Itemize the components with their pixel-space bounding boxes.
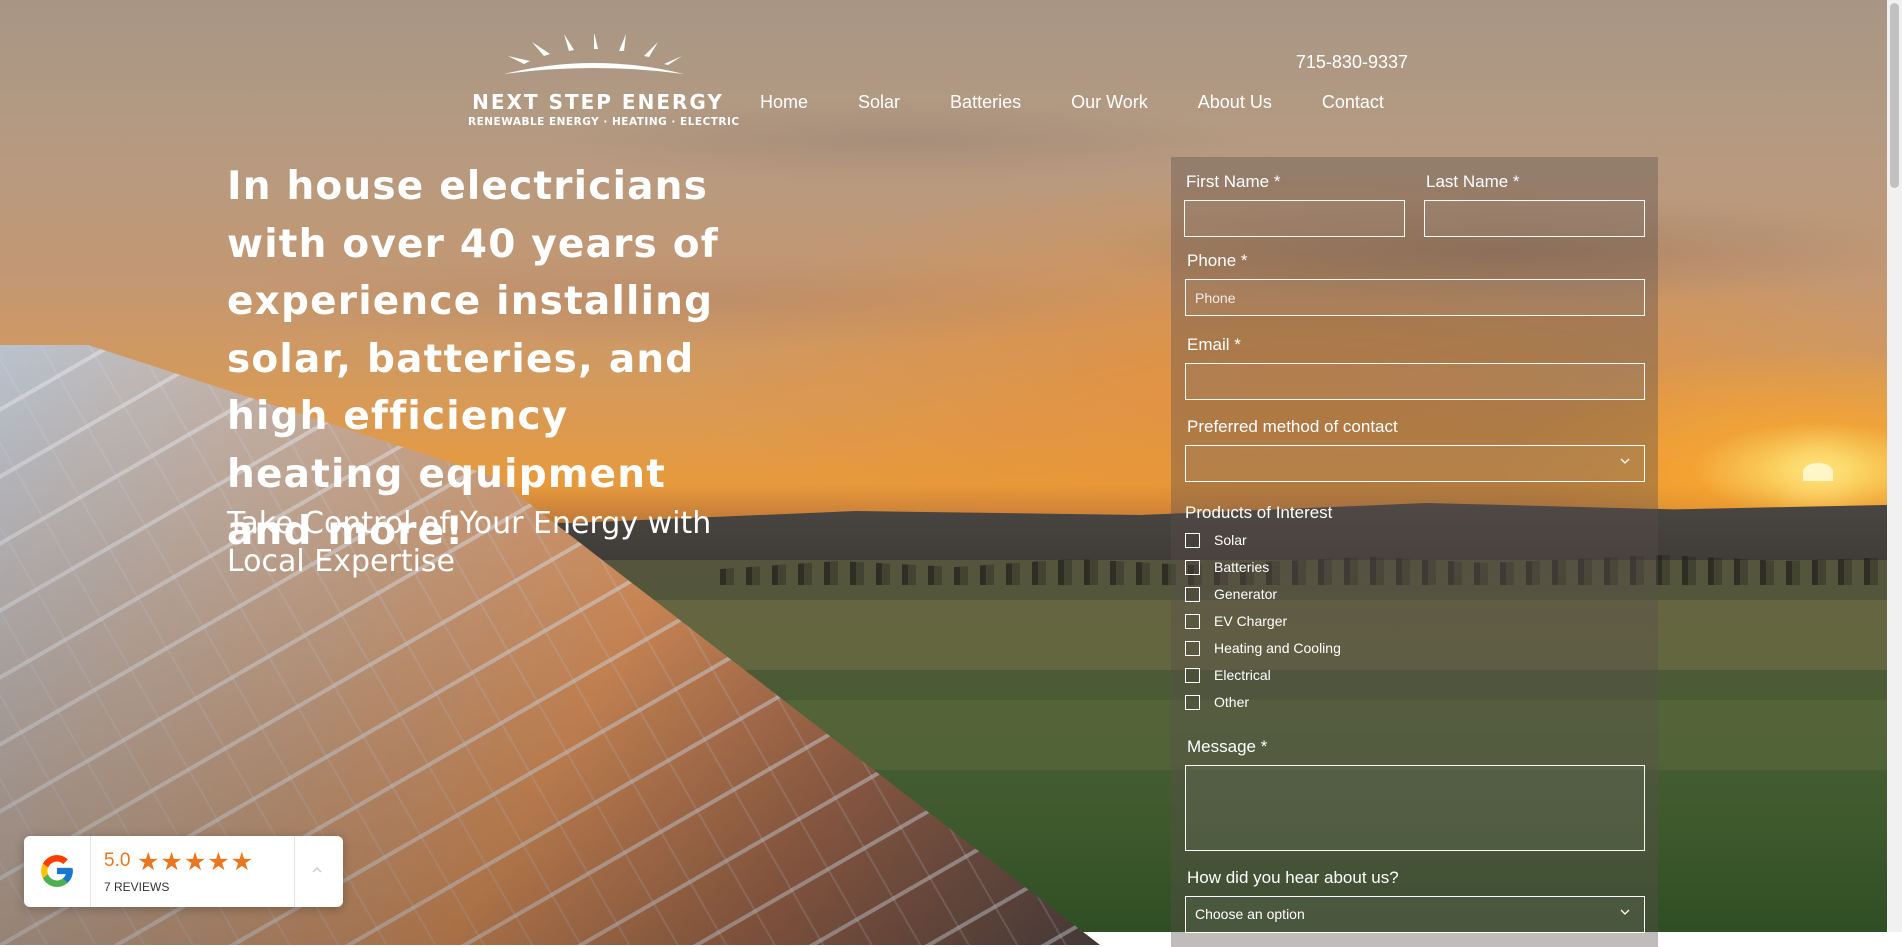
products-label: Products of Interest — [1185, 503, 1333, 522]
product-checkbox-solar[interactable]: Solar — [1185, 530, 1247, 550]
divider — [294, 836, 295, 907]
message-textarea[interactable] — [1185, 765, 1645, 851]
contact-method-select[interactable] — [1185, 445, 1645, 482]
product-checkbox-batteries[interactable]: Batteries — [1185, 557, 1269, 577]
hero-subtitle: Take Control of Your Energy with Local E… — [227, 506, 712, 579]
checkbox-label: Batteries — [1214, 559, 1270, 575]
review-count: 7 REVIEWS — [104, 880, 170, 894]
checkbox[interactable] — [1185, 613, 1200, 629]
logo-title: NEXT STEP ENERGY — [472, 90, 724, 114]
rating-score: 5.0 — [104, 850, 131, 871]
checkbox[interactable] — [1185, 640, 1200, 656]
header-phone-link[interactable]: 715-830-9337 — [1296, 52, 1408, 73]
checkbox-label: Heating and Cooling — [1214, 640, 1341, 656]
checkbox[interactable] — [1185, 694, 1200, 710]
nav-about-us[interactable]: About Us — [1198, 92, 1272, 113]
product-checkbox-ev-charger[interactable]: EV Charger — [1185, 611, 1287, 631]
site-logo[interactable]: NEXT STEP ENERGY RENEWABLE ENERGY · HEAT… — [466, 34, 740, 132]
logo-tagline: RENEWABLE ENERGY · HEATING · ELECTRIC — [468, 116, 740, 128]
contact-method-label: Preferred method of contact — [1187, 417, 1398, 436]
nav-batteries[interactable]: Batteries — [950, 92, 1021, 113]
sun — [1803, 463, 1833, 481]
divider — [90, 836, 91, 907]
first-name-label: First Name * — [1186, 172, 1281, 191]
star-rating-icon: ★★★★★ — [137, 847, 255, 876]
chevron-down-icon — [1620, 458, 1630, 464]
hear-about-select[interactable]: Choose an option — [1185, 896, 1645, 933]
email-input[interactable] — [1185, 363, 1645, 400]
product-checkbox-electrical[interactable]: Electrical — [1185, 665, 1271, 685]
checkbox-label: EV Charger — [1214, 613, 1288, 629]
chevron-down-icon — [1620, 909, 1630, 915]
checkbox[interactable] — [1185, 532, 1200, 548]
nav-home[interactable]: Home — [760, 92, 808, 113]
hear-about-label: How did you hear about us? — [1187, 868, 1399, 887]
checkbox[interactable] — [1185, 559, 1200, 575]
nav-our-work[interactable]: Our Work — [1071, 92, 1148, 113]
nav-contact[interactable]: Contact — [1322, 92, 1384, 113]
main-nav: Home Solar Batteries Our Work About Us C… — [760, 92, 1384, 113]
scrollbar-thumb[interactable] — [1890, 3, 1899, 188]
chevron-up-icon[interactable] — [308, 861, 326, 879]
checkbox-label: Generator — [1214, 586, 1278, 602]
product-checkbox-other[interactable]: Other — [1185, 692, 1249, 712]
sun-rays-logo-icon — [504, 34, 684, 74]
google-reviews-widget[interactable]: 5.0 ★★★★★ 7 REVIEWS — [24, 836, 343, 907]
product-checkbox-heating-cooling[interactable]: Heating and Cooling — [1185, 638, 1341, 658]
hear-about-value: Choose an option — [1195, 906, 1305, 922]
first-name-input[interactable] — [1184, 200, 1405, 237]
contact-form: First Name * Last Name * Phone * Email *… — [1171, 157, 1658, 947]
hero-headline: In house electricians with over 40 years… — [227, 164, 719, 554]
checkbox[interactable] — [1185, 586, 1200, 602]
phone-label: Phone * — [1187, 251, 1248, 270]
checkbox-label: Solar — [1214, 532, 1247, 548]
checkbox-label: Electrical — [1214, 667, 1271, 683]
message-label: Message * — [1187, 737, 1268, 756]
checkbox[interactable] — [1185, 667, 1200, 683]
product-checkbox-generator[interactable]: Generator — [1185, 584, 1277, 604]
email-label: Email * — [1187, 335, 1241, 354]
checkbox-label: Other — [1214, 694, 1250, 710]
nav-solar[interactable]: Solar — [858, 92, 900, 113]
google-g-icon — [41, 855, 73, 887]
phone-input[interactable] — [1185, 279, 1645, 316]
last-name-label: Last Name * — [1426, 172, 1520, 191]
page-scrollbar[interactable] — [1887, 0, 1902, 932]
last-name-input[interactable] — [1424, 200, 1645, 237]
